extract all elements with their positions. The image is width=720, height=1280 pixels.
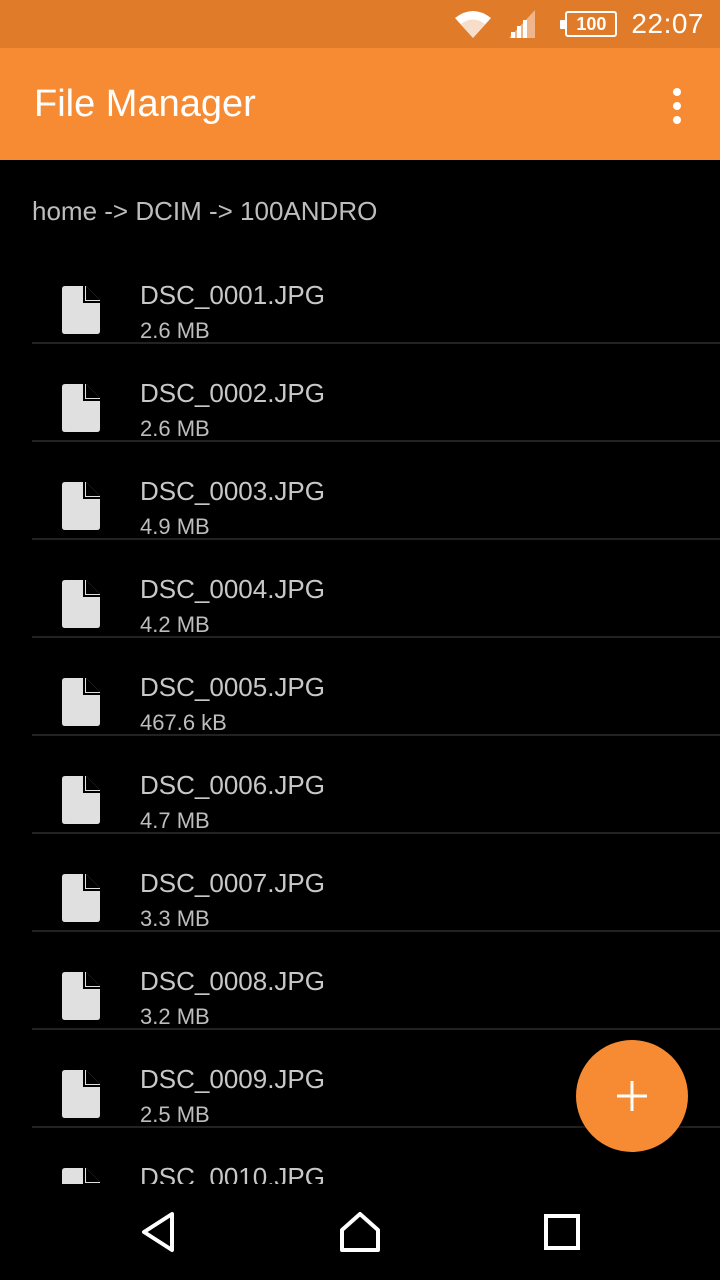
screen: 100 22:07 File Manager home -> DCIM -> 1… [0,0,720,1280]
overflow-menu-icon[interactable] [662,86,692,126]
list-item[interactable]: DSC_0002.JPG 2.6 MB [0,344,720,442]
file-name: DSC_0007.JPG [140,868,325,898]
file-name: DSC_0010.JPG [140,1162,325,1184]
back-icon[interactable] [136,1210,180,1254]
file-icon [62,874,100,922]
list-item[interactable]: DSC_0008.JPG 3.2 MB [0,932,720,1030]
file-name: DSC_0006.JPG [140,770,325,800]
list-item[interactable]: DSC_0003.JPG 4.9 MB [0,442,720,540]
file-icon [62,972,100,1020]
file-size: 3.3 MB [140,906,210,931]
file-size: 2.6 MB [140,416,210,441]
list-item[interactable]: DSC_0006.JPG 4.7 MB [0,736,720,834]
overflow-dot [673,116,681,124]
file-icon [62,1168,100,1184]
file-size: 3.2 MB [140,1004,210,1029]
battery-icon: 100 [560,11,618,37]
list-item[interactable]: DSC_0001.JPG 2.6 MB [0,246,720,344]
overflow-dot [673,102,681,110]
file-icon [62,384,100,432]
plus-icon [617,1081,647,1111]
list-item[interactable]: DSC_0005.JPG 467.6 kB [0,638,720,736]
file-size: 467.6 kB [140,710,227,735]
battery-level: 100 [576,13,607,34]
navigation-bar [0,1184,720,1280]
file-size: 4.7 MB [140,808,210,833]
clock: 22:07 [631,8,704,39]
file-name: DSC_0005.JPG [140,672,325,702]
file-icon [62,286,100,334]
file-name: DSC_0004.JPG [140,574,325,604]
file-name: DSC_0003.JPG [140,476,325,506]
list-item[interactable]: DSC_0004.JPG 4.2 MB [0,540,720,638]
breadcrumb[interactable]: home -> DCIM -> 100ANDRO [32,196,377,227]
app-title: File Manager [34,82,256,125]
file-icon [62,776,100,824]
file-size: 2.5 MB [140,1102,210,1127]
file-name: DSC_0001.JPG [140,280,325,310]
home-icon[interactable] [338,1210,382,1254]
file-icon [62,580,100,628]
file-name: DSC_0009.JPG [140,1064,325,1094]
file-size: 2.6 MB [140,318,210,343]
recents-icon[interactable] [540,1210,584,1254]
file-icon [62,482,100,530]
add-button[interactable] [576,1040,688,1152]
file-name: DSC_0008.JPG [140,966,325,996]
file-icon [62,1070,100,1118]
file-size: 4.2 MB [140,612,210,637]
file-size: 4.9 MB [140,514,210,539]
signal-icon [507,8,537,40]
file-icon [62,678,100,726]
list-item[interactable]: DSC_0007.JPG 3.3 MB [0,834,720,932]
app-bar: File Manager [0,48,720,160]
overflow-dot [673,88,681,96]
file-name: DSC_0002.JPG [140,378,325,408]
wifi-icon [453,8,493,40]
status-bar: 100 22:07 [0,0,720,48]
